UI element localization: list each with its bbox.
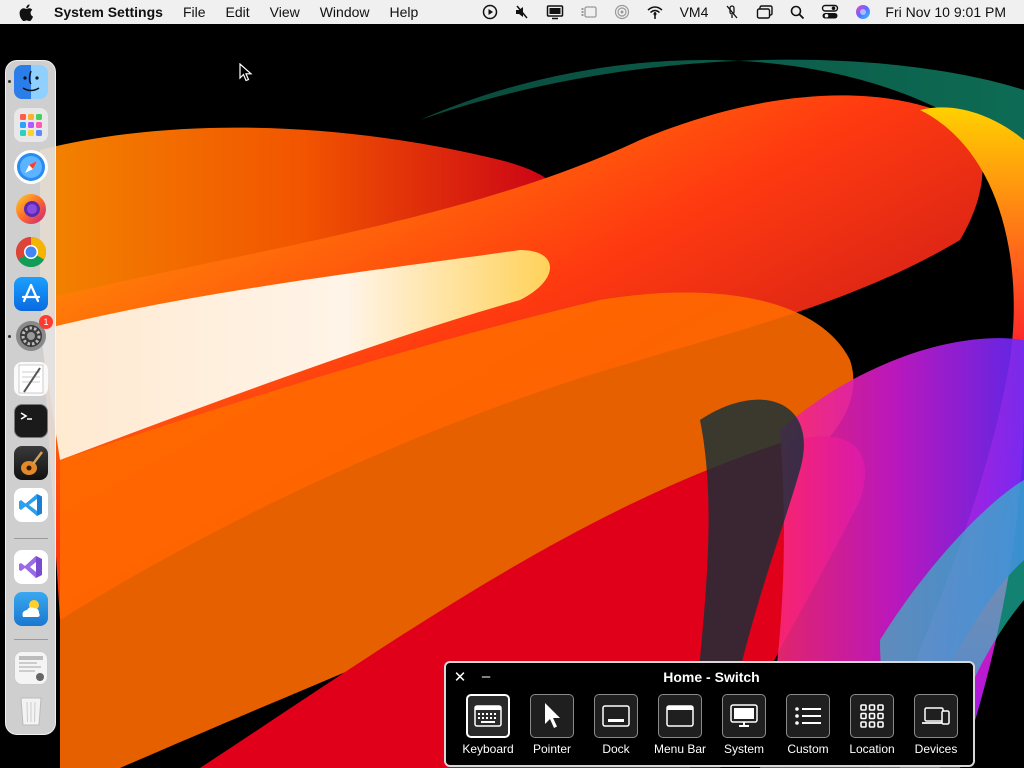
dock-button[interactable]: Dock bbox=[584, 694, 648, 756]
airdrop-icon[interactable] bbox=[606, 0, 638, 24]
app-store-icon[interactable] bbox=[14, 277, 48, 311]
devices-label: Devices bbox=[914, 742, 958, 756]
system-button[interactable]: System bbox=[712, 694, 776, 756]
menu-bar: System Settings File Edit View Window He… bbox=[0, 0, 1024, 24]
control-center-icon[interactable] bbox=[813, 0, 847, 24]
panel-title: Home - Switch bbox=[663, 669, 760, 685]
keyboard-label: Keyboard bbox=[462, 742, 514, 756]
firefox-icon[interactable] bbox=[14, 192, 48, 226]
vm-status-text[interactable]: VM4 bbox=[672, 4, 717, 20]
launchpad-icon[interactable] bbox=[14, 108, 48, 142]
switch-control-panel: ✕ – Home - Switch Keyboard Pointer Dock bbox=[444, 661, 975, 767]
apple-menu-icon[interactable] bbox=[0, 0, 52, 24]
microphone-off-icon[interactable] bbox=[716, 0, 748, 24]
dock-panel-icon bbox=[594, 694, 638, 738]
view-menu[interactable]: View bbox=[260, 0, 310, 24]
location-label: Location bbox=[849, 742, 895, 756]
menu-bar-label: Menu Bar bbox=[653, 742, 707, 756]
safari-icon[interactable] bbox=[14, 150, 48, 184]
network-icon[interactable] bbox=[638, 0, 672, 24]
running-indicator bbox=[8, 80, 11, 83]
file-menu[interactable]: File bbox=[173, 0, 216, 24]
desktop-wallpaper bbox=[0, 0, 1024, 768]
garageband-icon[interactable] bbox=[14, 446, 48, 480]
custom-button[interactable]: Custom bbox=[776, 694, 840, 756]
app-name-menu[interactable]: System Settings bbox=[52, 0, 173, 24]
notification-badge: 1 bbox=[39, 315, 53, 329]
system-label: System bbox=[723, 742, 764, 756]
edit-menu[interactable]: Edit bbox=[216, 0, 260, 24]
terminal-icon[interactable] bbox=[14, 404, 48, 438]
list-icon bbox=[786, 694, 830, 738]
textedit-icon[interactable] bbox=[14, 362, 48, 396]
clock[interactable]: Fri Nov 10 9:01 PM bbox=[879, 4, 1024, 20]
devices-icon bbox=[914, 694, 958, 738]
menu-bar-icon bbox=[658, 694, 702, 738]
weather-icon[interactable] bbox=[14, 592, 48, 626]
finder-icon[interactable] bbox=[14, 65, 48, 99]
status-area: VM4 Fri Nov 10 9:01 PM bbox=[474, 0, 1024, 24]
system-icon bbox=[722, 694, 766, 738]
custom-label: Custom bbox=[787, 742, 829, 756]
devices-button[interactable]: Devices bbox=[904, 694, 968, 756]
dock-separator bbox=[14, 538, 48, 539]
keyboard-button[interactable]: Keyboard bbox=[456, 694, 520, 756]
display-icon[interactable] bbox=[538, 0, 572, 24]
spotlight-search-icon[interactable] bbox=[782, 0, 813, 24]
mute-icon[interactable] bbox=[506, 0, 538, 24]
keyboard-icon bbox=[466, 694, 510, 738]
chrome-icon[interactable] bbox=[14, 235, 48, 269]
dock-label: Dock bbox=[602, 742, 630, 756]
menu-bar-button[interactable]: Menu Bar bbox=[648, 694, 712, 756]
window-switcher-icon[interactable] bbox=[748, 0, 782, 24]
vscode-icon[interactable] bbox=[14, 488, 48, 522]
dock: 1 bbox=[5, 60, 56, 735]
play-circle-icon[interactable] bbox=[474, 0, 506, 24]
window-menu[interactable]: Window bbox=[310, 0, 380, 24]
visual-studio-icon[interactable] bbox=[14, 550, 48, 584]
mouse-cursor-icon bbox=[239, 63, 253, 82]
help-menu[interactable]: Help bbox=[380, 0, 429, 24]
downloads-stack-icon[interactable] bbox=[14, 651, 48, 685]
siri-icon[interactable] bbox=[847, 0, 879, 24]
panel-button-row: Keyboard Pointer Dock Menu Bar System Cu… bbox=[456, 694, 968, 756]
pointer-label: Pointer bbox=[532, 742, 572, 756]
dock-separator bbox=[14, 639, 48, 640]
pointer-button[interactable]: Pointer bbox=[520, 694, 584, 756]
location-button[interactable]: Location bbox=[840, 694, 904, 756]
trash-icon[interactable] bbox=[14, 693, 48, 727]
running-indicator bbox=[8, 335, 11, 338]
stage-manager-icon[interactable] bbox=[572, 0, 606, 24]
grid-icon bbox=[850, 694, 894, 738]
pointer-icon bbox=[530, 694, 574, 738]
